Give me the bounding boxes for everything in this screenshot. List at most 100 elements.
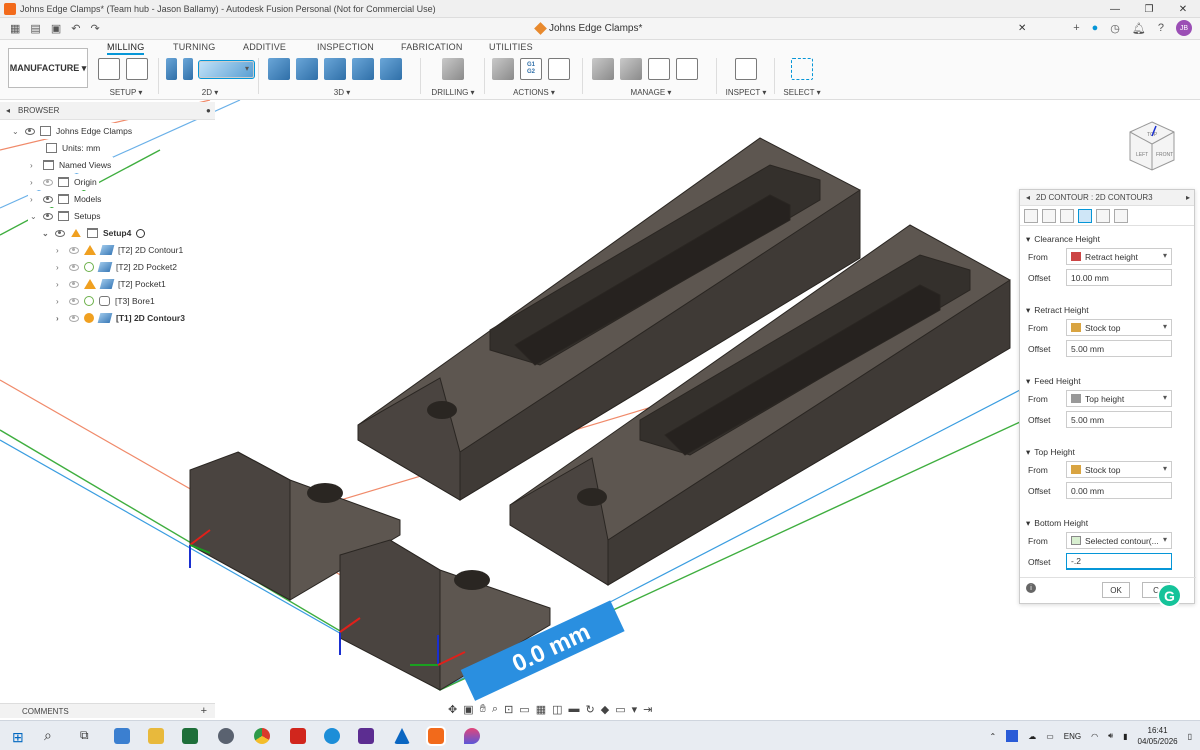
tool-icon[interactable]: ▾ [632,703,638,716]
active-setup-icon[interactable] [136,228,146,238]
post-process-icon[interactable]: G1 G2 [520,58,542,80]
machine-icon[interactable]: ▬ [569,703,580,715]
select-group-label[interactable]: SELECT ▾ [782,88,822,97]
avatar[interactable]: JB [1176,20,1192,36]
notifications-icon[interactable]: 🔔︎ [1132,22,1146,35]
tree-units[interactable]: Units: mm [44,140,103,156]
word-icon[interactable] [1006,730,1019,742]
3d-adaptive-icon[interactable] [268,58,290,80]
measure-icon[interactable] [735,58,757,80]
visibility-eye-icon[interactable] [25,127,35,135]
tree-setups[interactable]: ⌄ Setups [28,208,103,224]
tab-linking-icon[interactable] [1096,209,1110,223]
section-header[interactable]: ▾ Top Height [1020,445,1196,459]
section-header[interactable]: ▾ Clearance Height [1020,232,1196,246]
visibility-eye-icon[interactable] [69,246,79,254]
tab-inspection[interactable]: INSPECTION [317,42,374,52]
visibility-eye-icon[interactable] [43,212,53,220]
visibility-eye-icon[interactable] [69,280,79,288]
redo-icon[interactable]: ↷ [90,22,99,35]
collapse-browser-icon[interactable]: ◂ [6,106,10,115]
tab-milling[interactable]: MILLING [107,42,145,55]
display-icon[interactable]: ▭ [1046,732,1054,741]
3d-pocket-icon[interactable] [296,58,318,80]
grid-apps-icon[interactable]: ▦ [10,22,20,35]
offset-input[interactable]: 10.00 mm [1066,269,1172,286]
comments-bar[interactable]: COMMENTS + [0,703,215,718]
tab-additive[interactable]: ADDITIVE [243,42,286,52]
select-icon[interactable] [791,58,813,80]
chrome-icon[interactable] [254,728,270,744]
file-menu-icon[interactable]: ▤ [30,22,40,35]
windows-start-icon[interactable]: ⊞ [12,729,24,746]
collapse-dialog-icon[interactable]: ◂ [1026,193,1030,202]
setup-sheet-icon[interactable] [548,58,570,80]
app-icon[interactable] [358,728,374,744]
app-icon[interactable] [218,728,234,744]
zoom-icon[interactable]: ⌕ [492,703,498,716]
3d-contour-icon[interactable] [380,58,402,80]
fit-icon[interactable]: ⊡ [504,703,513,716]
workspace-dropdown[interactable]: MANUFACTURE ▾ [8,48,88,88]
ok-button[interactable]: OK [1102,582,1130,598]
sim-icon[interactable]: ⇥ [643,703,652,716]
acrobat-icon[interactable] [290,728,306,744]
viewports-icon[interactable]: ◫ [552,703,562,716]
orbit-icon[interactable]: ✥ [448,703,457,716]
battery-icon[interactable]: ▮ [1123,732,1127,741]
clock[interactable]: 16:41 04/05/2026 [1138,725,1178,747]
fusion-taskbar-icon[interactable] [426,726,446,746]
3d-steep-shallow-icon[interactable] [324,58,346,80]
tool-library-icon[interactable] [592,58,614,80]
visibility-eye-icon[interactable] [43,178,53,186]
task-view-icon[interactable]: ⧉ [80,728,89,743]
tab-fabrication[interactable]: FABRICATION [401,42,463,52]
list-item[interactable]: › [T3] Bore1 [54,293,157,309]
extensions-icon[interactable]: ● [1092,22,1099,34]
visibility-eye-icon[interactable] [43,195,53,203]
drill-icon[interactable] [442,58,464,80]
restore-button[interactable]: ❐ [1132,0,1166,18]
help-icon[interactable]: ? [1158,22,1164,34]
tree-setup4[interactable]: ⌄ Setup4 [40,225,148,241]
tab-geometry-icon[interactable] [1042,209,1056,223]
tree-named-views[interactable]: › Named Views [28,157,114,173]
list-item[interactable]: › [T2] 2D Pocket2 [54,259,179,275]
tab-passes-icon[interactable] [1078,209,1092,223]
undo-icon[interactable]: ↶ [71,22,80,35]
visibility-eye-icon[interactable] [69,297,79,305]
offset-input[interactable]: 5.00 mm [1066,340,1172,357]
setup-group-label[interactable]: SETUP ▾ [98,88,154,97]
close-tab-icon[interactable]: ✕ [1018,23,1026,34]
volume-icon[interactable]: 🔊︎ [1108,731,1113,741]
clock-job-icon[interactable]: ◷ [1110,22,1120,35]
refresh-icon[interactable]: ↻ [586,703,595,716]
tab-utilities[interactable]: UTILITIES [489,42,533,52]
post-library-icon[interactable] [648,58,670,80]
manage-group-label[interactable]: MANAGE ▾ [592,88,710,97]
display-settings-icon[interactable]: ▭ [519,703,529,716]
offset-input[interactable]: -.2 [1066,553,1172,570]
new-tab-icon[interactable]: + [1073,22,1079,34]
drilling-group-label[interactable]: DRILLING ▾ [428,88,478,97]
2d-contour-icon[interactable] [198,59,255,79]
wifi-icon[interactable]: ◠ [1091,732,1098,741]
edge-icon[interactable] [324,728,340,744]
list-item[interactable]: › [T2] 2D Contour1 [54,242,186,258]
file-explorer-icon[interactable] [148,728,164,744]
2d-adaptive-icon[interactable] [166,58,177,80]
tree-root[interactable]: ⌄ Johns Edge Clamps [10,123,135,139]
tree-origin[interactable]: › Origin [28,174,99,190]
list-item[interactable]: › [T1] 2D Contour3 [54,310,187,326]
from-select[interactable]: Top height [1066,390,1172,407]
close-window-button[interactable]: ✕ [1166,0,1200,18]
notification-center-icon[interactable]: ▯ [1188,732,1192,741]
nc-program-icon[interactable] [126,58,148,80]
dialog-expand-icon[interactable]: ▸ [1186,193,1190,202]
save-icon[interactable]: ▣ [51,22,61,35]
tab-turning[interactable]: TURNING [173,42,215,52]
visibility-eye-icon[interactable] [55,229,65,237]
list-item[interactable]: › [T2] Pocket1 [54,276,168,292]
stock-icon[interactable]: ◆ [601,703,609,716]
info-icon[interactable]: i [1026,583,1036,593]
